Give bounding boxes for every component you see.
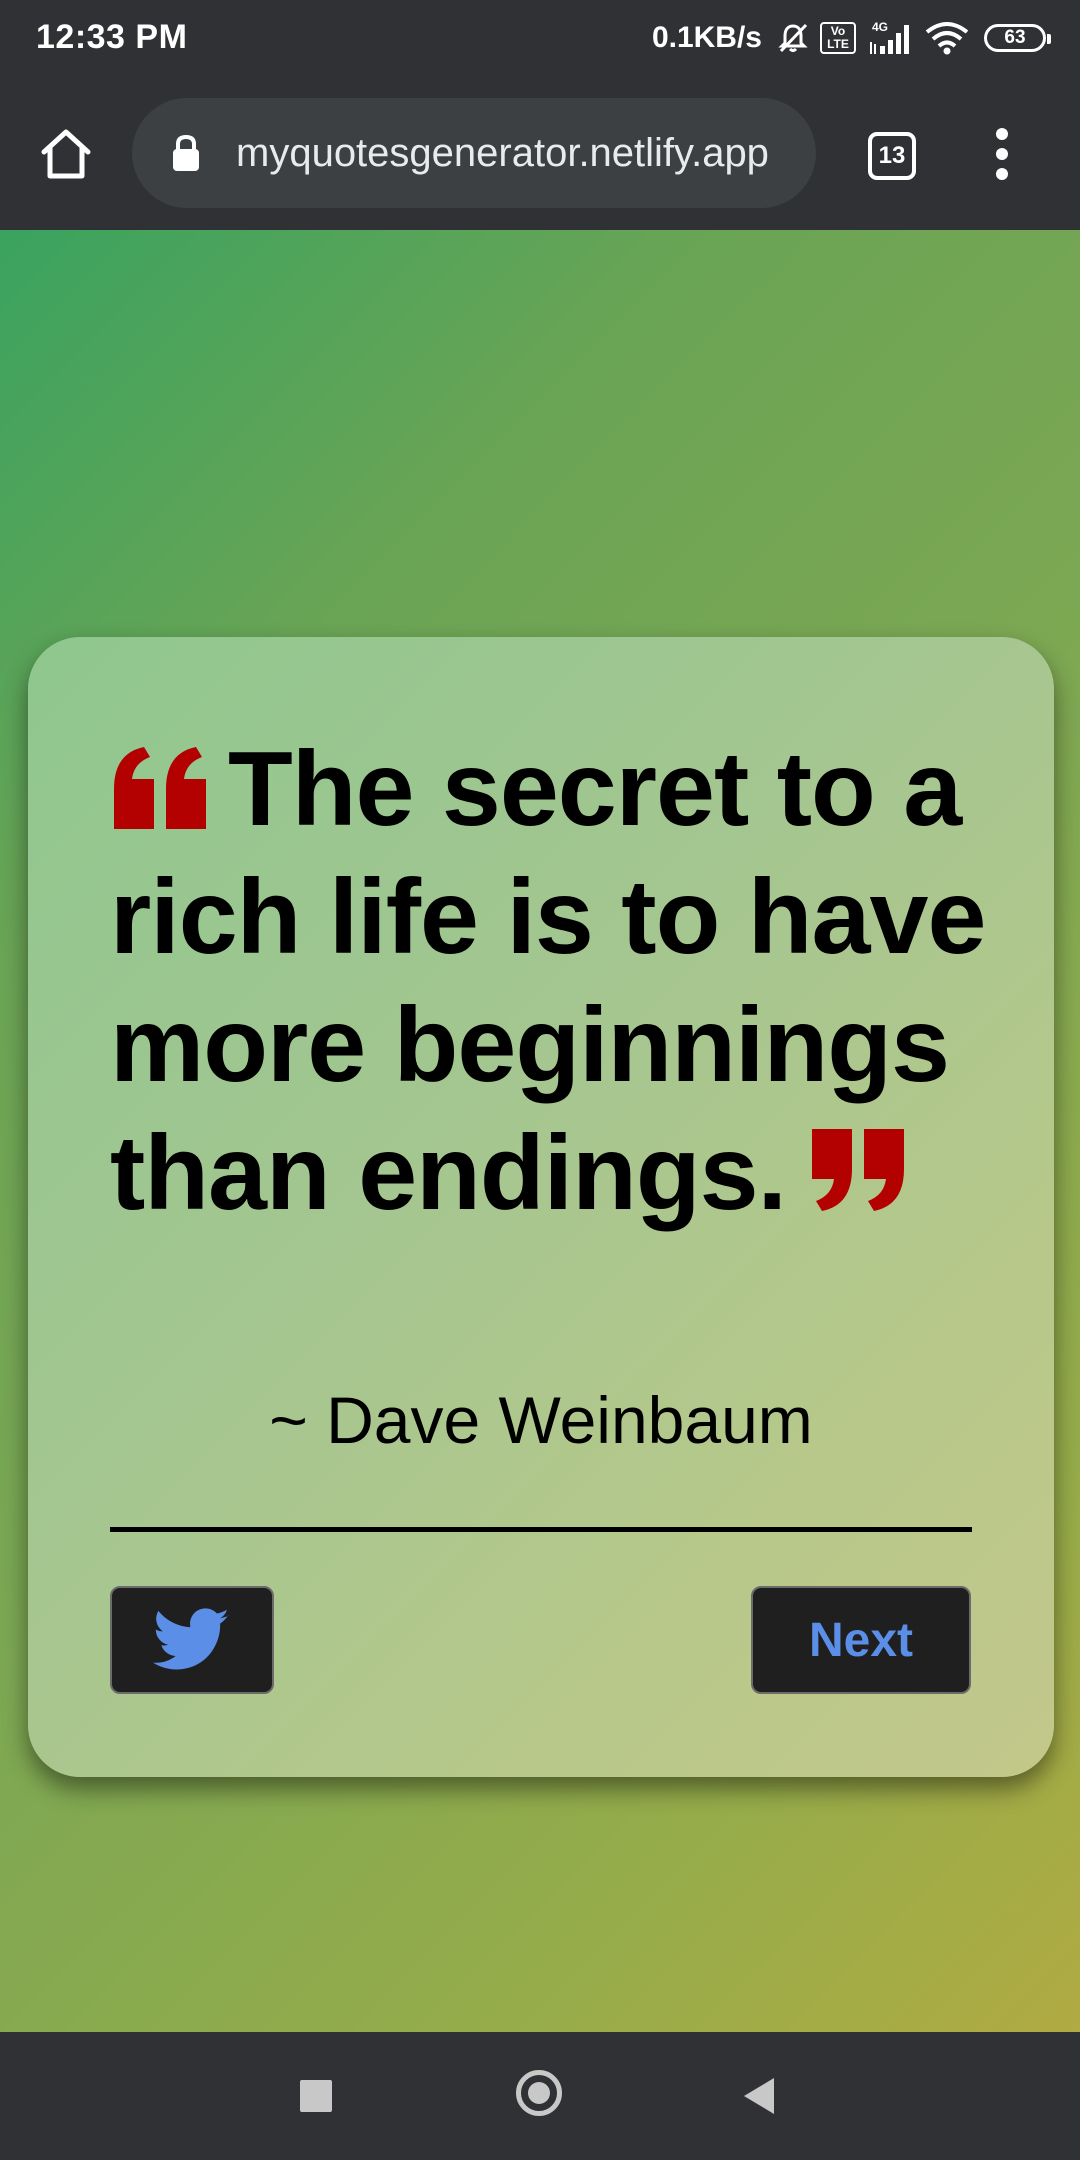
url-text[interactable]: myquotesgenerator.netlify.app [236, 98, 796, 208]
mute-icon [776, 21, 810, 55]
twitter-icon [153, 1608, 230, 1670]
system-nav-bar [0, 2032, 1080, 2160]
divider [110, 1527, 972, 1532]
quote-left-icon [110, 725, 228, 853]
tabs-icon[interactable]: 13 [868, 132, 916, 180]
quote-card: The secret to a rich life is to have mor… [28, 637, 1054, 1777]
tab-count: 13 [878, 142, 906, 169]
next-button[interactable]: Next [751, 1586, 971, 1694]
battery-level: 63 [1004, 27, 1026, 48]
network-type-label: 4G [872, 20, 888, 34]
network-speed: 0.1KB/s [651, 21, 762, 54]
recents-icon[interactable] [300, 2080, 332, 2112]
quote-text: The secret to a rich life is to have mor… [110, 725, 1010, 1237]
address-bar[interactable]: myquotesgenerator.netlify.app [132, 98, 816, 208]
home-icon[interactable] [38, 126, 94, 182]
lock-icon[interactable] [170, 134, 202, 172]
status-icons: 0.1KB/s Vo LTE 4G 63 [651, 16, 1051, 60]
page-content: The secret to a rich life is to have mor… [0, 230, 1080, 2032]
status-bar: 12:33 PM 0.1KB/s Vo LTE 4G 63 [0, 0, 1080, 78]
signal-icon: 4G [866, 20, 914, 56]
wifi-icon [924, 20, 970, 56]
tweet-button[interactable] [110, 1586, 274, 1694]
status-time: 12:33 PM [36, 18, 188, 56]
browser-toolbar: myquotesgenerator.netlify.app 13 [0, 78, 1080, 230]
home-nav-icon[interactable] [516, 2070, 562, 2116]
quote-right-icon [786, 1109, 908, 1237]
battery-icon: 63 [984, 24, 1051, 52]
more-vert-icon[interactable] [990, 128, 1014, 184]
volte-icon: Vo LTE [820, 22, 856, 54]
quote-author: ~ Dave Weinbaum [269, 1383, 813, 1457]
back-icon[interactable] [742, 2076, 776, 2121]
